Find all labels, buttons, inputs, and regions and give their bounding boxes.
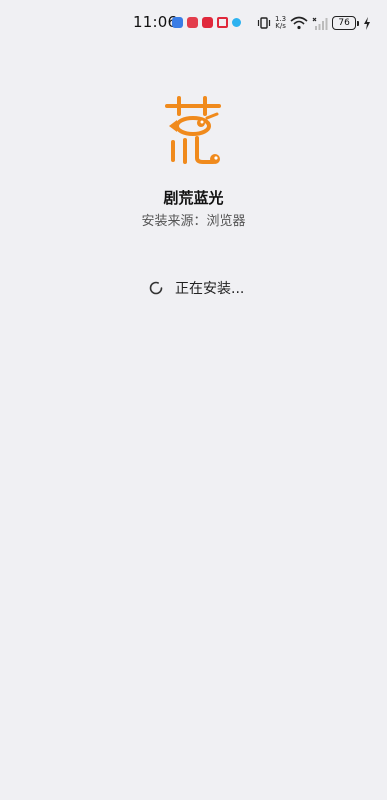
network-speed-unit: K/s [275,22,286,30]
loading-spinner-icon [149,281,163,295]
charging-icon [364,16,371,30]
notification-app-icon [232,18,241,27]
wifi-icon [290,16,308,30]
app-logo [165,96,221,164]
install-source-value: 浏览器 [206,214,246,229]
system-icons: 1.3 K/s 76 [257,14,371,32]
app-name: 剧荒蓝光 [163,189,224,207]
status-time: 11:06 [133,13,178,31]
notification-app-icon [202,17,213,28]
install-progress: 正在安装... [149,278,244,298]
battery-tip [357,20,360,26]
battery-indicator: 76 [332,16,360,30]
network-speed: 1.3 K/s [275,16,286,30]
install-source-label: 安装来源： [141,214,207,229]
notification-app-icon [217,17,228,28]
status-bar: 11:06 1.3 K/s 76 [0,0,387,44]
install-source: 安装来源：浏览器 [0,210,387,229]
battery-level: 76 [332,16,357,30]
notification-app-icon [187,17,198,28]
notification-icons [172,17,241,28]
notification-app-icon [172,17,183,28]
signal-icon [312,17,328,30]
install-status-text: 正在安装... [175,281,245,297]
vibrate-icon [257,17,271,29]
